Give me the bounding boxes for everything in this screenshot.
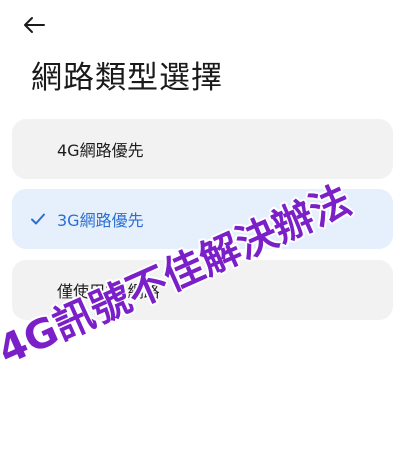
- arrow-left-icon: [24, 17, 45, 33]
- option-2g-only[interactable]: 僅使用2G網路: [12, 260, 393, 320]
- option-label: 4G網路優先: [57, 141, 144, 160]
- option-4g-preferred[interactable]: 4G網路優先: [12, 119, 393, 179]
- page-title: 網路類型選擇: [31, 60, 223, 96]
- option-3g-preferred[interactable]: 3G網路優先: [12, 189, 393, 249]
- checkmark-icon: [31, 213, 45, 225]
- option-label: 僅使用2G網路: [57, 282, 160, 301]
- option-label: 3G網路優先: [57, 211, 144, 230]
- back-button[interactable]: [22, 8, 62, 42]
